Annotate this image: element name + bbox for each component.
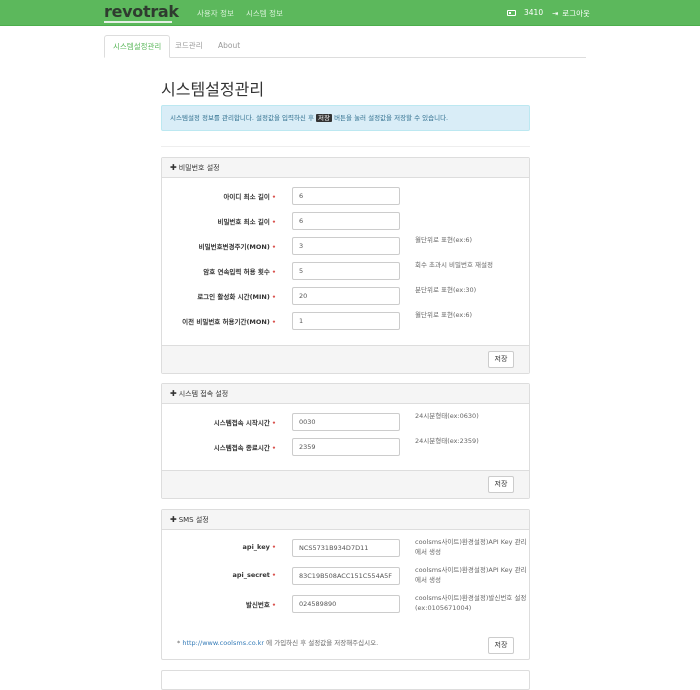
access-settings-panel: ✚ 시스템 접속 설정 시스템접속 시작시간 • 0030 24시분형태(ex:06…: [161, 383, 530, 499]
api-secret-input[interactable]: 83C19B508ACC151C554A5F: [292, 567, 400, 585]
password-settings-panel: ✚ 비밀번호 설정 아이디 최소 길이 • 6 비밀번호 최소 길이 • 6 비밀번호…: [161, 157, 530, 374]
field-label: 로그인 활성화 시간(MIN) •: [197, 293, 276, 301]
field-label: 아이디 최소 길이 •: [223, 193, 276, 201]
tab-bar: 시스템설정관리 코드관리 About: [104, 35, 586, 58]
plus-icon: ✚: [170, 163, 177, 172]
password-change-period-input[interactable]: 3: [292, 237, 400, 255]
tab-about[interactable]: About: [210, 35, 248, 58]
field-label: 비밀번호변경주기(MON) •: [198, 243, 276, 251]
save-button[interactable]: 저장: [488, 351, 514, 368]
panel-heading: ✚ 시스템 접속 설정: [162, 384, 529, 404]
coolsms-link[interactable]: http://www.coolsms.co.kr: [182, 639, 264, 647]
info-text-after: 버튼을 눌러 설정값을 저장할 수 있습니다.: [332, 114, 449, 122]
form-row: 이전 비밀번호 허용기간(MON) • 1 월단위로 표현(ex:6): [162, 311, 529, 330]
panel-title: 시스템 접속 설정: [178, 390, 229, 398]
logout-label: 로그아웃: [562, 9, 590, 18]
form-row: 시스템접속 시작시간 • 0030 24시분형태(ex:0630): [162, 412, 529, 431]
min-password-length-input[interactable]: 6: [292, 212, 400, 230]
save-button[interactable]: 저장: [488, 476, 514, 493]
field-label: 암호 연속입력 허용 횟수 •: [203, 268, 276, 276]
field-help: 24시분형태(ex:2359): [415, 437, 479, 445]
save-button[interactable]: 저장: [488, 637, 514, 654]
info-alert: 시스템설정 정보를 관리합니다. 설정값을 입력하신 후 저장 버튼을 눌러 설…: [161, 105, 530, 131]
brand-underline: [104, 21, 172, 23]
nav-system-info[interactable]: 시스템 정보: [246, 8, 283, 19]
panel-footer: 저장: [162, 470, 529, 498]
id-card-icon: [507, 9, 516, 16]
login-active-time-input[interactable]: 20: [292, 287, 400, 305]
panel-footer: 저장: [162, 345, 529, 373]
divider: [161, 146, 530, 147]
logout-icon: ⇥: [552, 9, 559, 18]
tab-code-management[interactable]: 코드관리: [167, 35, 211, 58]
panel-heading: ✚ SMS 설정: [162, 510, 529, 530]
field-help: coolsms사이트)환경설정)API Key 관리에서 생성: [415, 538, 527, 556]
credits-count: 3410: [524, 8, 544, 17]
access-end-time-input[interactable]: 2359: [292, 438, 400, 456]
form-row: 시스템접속 종료시간 • 2359 24시분형태(ex:2359): [162, 437, 529, 456]
field-label: 시스템접속 시작시간 •: [213, 419, 276, 427]
top-navbar: revotrak 사용자 정보 시스템 정보 3410 ⇥ 로그아웃: [0, 0, 700, 26]
brand-logo[interactable]: revotrak: [104, 2, 179, 21]
form-row: 암호 연속입력 허용 횟수 • 5 회수 초과시 비밀번호 재설정: [162, 261, 529, 280]
field-help: 24시분형태(ex:0630): [415, 412, 479, 420]
form-row: 아이디 최소 길이 • 6: [162, 187, 529, 205]
field-help: 분단위로 표현(ex:30): [415, 286, 477, 294]
form-row: 비밀번호변경주기(MON) • 3 월단위로 표현(ex:6): [162, 236, 529, 255]
field-label: api_key •: [242, 543, 276, 551]
form-row: 비밀번호 최소 길이 • 6: [162, 212, 529, 230]
panel-heading: ✚ 비밀번호 설정: [162, 158, 529, 178]
field-label: 이전 비밀번호 허용기간(MON) •: [182, 318, 276, 326]
nav-user-info[interactable]: 사용자 정보: [197, 8, 234, 19]
next-panel: [161, 670, 530, 690]
password-retry-limit-input[interactable]: 5: [292, 262, 400, 280]
field-label: 발신번호 •: [245, 601, 276, 609]
sms-settings-panel: ✚ SMS 설정 api_key • NCS5731B934D7D11 coolsm…: [161, 509, 530, 660]
form-row: api_secret • 83C19B508ACC151C554A5F cools…: [162, 566, 529, 585]
credits-link[interactable]: 3410: [507, 8, 543, 17]
api-key-input[interactable]: NCS5731B934D7D11: [292, 539, 400, 557]
field-help: 회수 초과시 비밀번호 재설정: [415, 261, 493, 269]
field-label: 시스템접속 종료시간 •: [213, 444, 276, 452]
previous-password-period-input[interactable]: 1: [292, 312, 400, 330]
logout-link[interactable]: ⇥ 로그아웃: [552, 8, 590, 19]
min-id-length-input[interactable]: 6: [292, 187, 400, 205]
panel-title: 비밀번호 설정: [178, 164, 220, 172]
info-text-before: 시스템설정 정보를 관리합니다. 설정값을 입력하신 후: [170, 114, 317, 122]
form-row: 로그인 활성화 시간(MIN) • 20 분단위로 표현(ex:30): [162, 286, 529, 305]
info-save-key: 저장: [316, 114, 332, 122]
sender-number-input[interactable]: 024589890: [292, 595, 400, 613]
access-start-time-input[interactable]: 0030: [292, 413, 400, 431]
field-help: 월단위로 표현(ex:6): [415, 236, 473, 244]
sms-note: * http://www.coolsms.co.kr 에 가입하신 후 설정값을…: [177, 639, 379, 647]
field-help: coolsms사이트)환경설정)발신번호 설정(ex:0105671004): [415, 594, 527, 612]
tab-system-settings[interactable]: 시스템설정관리: [104, 35, 171, 58]
plus-icon: ✚: [170, 389, 177, 398]
form-row: api_key • NCS5731B934D7D11 coolsms사이트)환경설…: [162, 538, 529, 557]
form-row: 발신번호 • 024589890 coolsms사이트)환경설정)발신번호 설정(…: [162, 594, 529, 613]
field-help: coolsms사이트)환경설정)API Key 관리에서 생성: [415, 566, 527, 584]
field-label: 비밀번호 최소 길이 •: [217, 218, 276, 226]
plus-icon: ✚: [170, 515, 177, 524]
panel-title: SMS 설정: [178, 516, 209, 524]
page-title: 시스템설정관리: [161, 80, 265, 99]
field-label: api_secret •: [232, 571, 276, 579]
field-help: 월단위로 표현(ex:6): [415, 311, 473, 319]
